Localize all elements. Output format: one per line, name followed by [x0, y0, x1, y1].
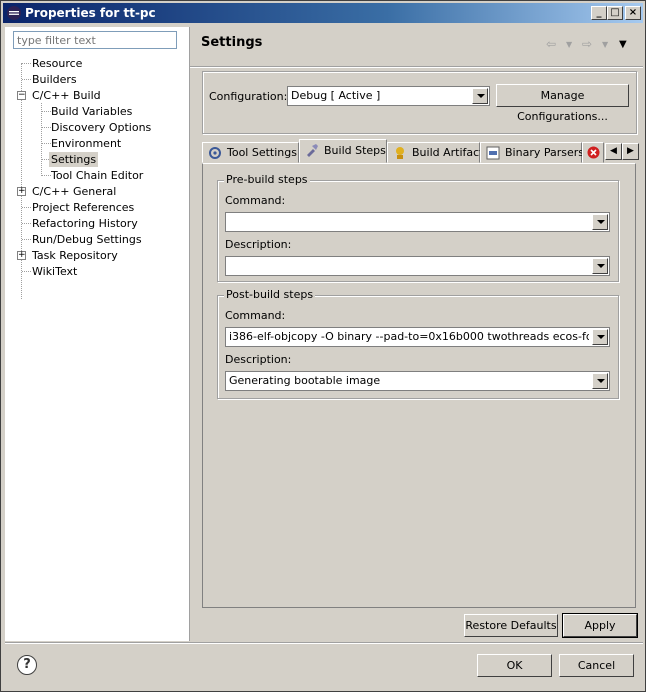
chevron-down-icon[interactable]: [592, 258, 608, 274]
build-steps-icon: [307, 144, 318, 157]
postbuild-title: Post-build steps: [224, 288, 316, 301]
postbuild-description-value: Generating bootable image: [229, 374, 381, 387]
tab-scroll-right-icon[interactable]: ▶: [622, 143, 639, 160]
tree-item-tool-chain-editor[interactable]: Tool Chain Editor: [51, 168, 143, 183]
tab-label: Build Artifact: [412, 146, 484, 159]
tree-line: [22, 239, 31, 240]
configuration-combo[interactable]: Debug [ Active ]: [287, 86, 490, 106]
tree-item-task-repository[interactable]: Task Repository: [32, 248, 118, 263]
prebuild-command-combo[interactable]: [225, 212, 610, 232]
properties-dialog: Properties for tt-pc _ □ × − + + Resourc…: [0, 0, 646, 692]
settings-page: Settings ⇦ ▼ ⇨ ▼ ▼ Configuration: Debug …: [190, 27, 643, 641]
cancel-button[interactable]: Cancel: [559, 654, 634, 677]
minimize-button[interactable]: _: [591, 6, 607, 20]
tab-label: Build Steps: [324, 144, 386, 157]
configuration-label: Configuration:: [209, 90, 288, 103]
ok-button[interactable]: OK: [477, 654, 552, 677]
property-tree-panel: − + + Resource Builders C/C++ Build Buil…: [5, 27, 190, 641]
configuration-group: Configuration: Debug [ Active ] Manage C…: [202, 71, 637, 134]
tree-item-cpp-build[interactable]: C/C++ Build: [32, 88, 101, 103]
collapse-icon[interactable]: −: [17, 91, 26, 100]
tab-build-steps[interactable]: Build Steps: [299, 139, 387, 163]
help-icon[interactable]: ?: [17, 655, 37, 675]
tab-label: Binary Parsers: [505, 146, 584, 159]
tree-item-environment[interactable]: Environment: [51, 136, 121, 151]
expand-icon[interactable]: +: [17, 251, 26, 260]
tab-overflow[interactable]: [582, 142, 604, 163]
postbuild-command-label: Command:: [225, 309, 286, 322]
page-header: Settings ⇦ ▼ ⇨ ▼ ▼: [190, 27, 643, 61]
tree-line: [22, 79, 31, 80]
tree-item-project-references[interactable]: Project References: [32, 200, 134, 215]
tree-item-settings[interactable]: Settings: [49, 152, 99, 167]
maximize-button[interactable]: □: [607, 6, 623, 20]
postbuild-command-combo[interactable]: i386-elf-objcopy -O binary --pad-to=0x16…: [225, 327, 610, 347]
tree-line: [42, 127, 51, 128]
forward-arrow-icon[interactable]: ⇨: [582, 37, 592, 51]
tree-item-discovery-options[interactable]: Discovery Options: [51, 120, 151, 135]
tab-tool-settings[interactable]: Tool Settings: [202, 142, 299, 163]
manage-configurations-button[interactable]: Manage Configurations...: [496, 84, 629, 123]
chevron-down-icon[interactable]: [472, 88, 488, 104]
prebuild-description-label: Description:: [225, 238, 292, 251]
chevron-down-icon[interactable]: [592, 373, 608, 389]
tool-settings-icon: [209, 147, 221, 159]
back-dropdown-icon[interactable]: ▼: [566, 40, 572, 49]
binary-parsers-icon: [486, 146, 500, 160]
window-title: Properties for tt-pc: [25, 6, 156, 20]
header-separator: [190, 66, 643, 68]
apply-button[interactable]: Apply: [562, 613, 638, 638]
postbuild-group: Post-build steps Command: i386-elf-objco…: [217, 288, 619, 399]
tree-line: [41, 103, 42, 176]
tree-line: [42, 111, 51, 112]
expand-icon[interactable]: +: [17, 187, 26, 196]
title-bar[interactable]: Properties for tt-pc _ □ ×: [3, 3, 643, 23]
tree-line: [22, 271, 31, 272]
tree-line: [22, 223, 31, 224]
chevron-down-icon[interactable]: [592, 329, 608, 345]
prebuild-group: Pre-build steps Command: Description:: [217, 173, 619, 282]
build-artifact-icon: [396, 147, 404, 159]
tree-item-resource[interactable]: Resource: [32, 56, 82, 71]
restore-defaults-button[interactable]: Restore Defaults: [464, 614, 558, 637]
filter-input[interactable]: [13, 31, 177, 49]
tab-binary-parsers[interactable]: Binary Parsers: [480, 142, 584, 163]
tree-item-run-debug-settings[interactable]: Run/Debug Settings: [32, 232, 142, 247]
tree-item-cpp-general[interactable]: C/C++ General: [32, 184, 116, 199]
eclipse-icon: [7, 6, 21, 20]
prebuild-command-label: Command:: [225, 194, 286, 207]
tab-scroll-left-icon[interactable]: ◀: [605, 143, 622, 160]
tree-line: [22, 207, 31, 208]
tree-item-builders[interactable]: Builders: [32, 72, 77, 87]
prebuild-description-combo[interactable]: [225, 256, 610, 276]
tree-line: [22, 63, 31, 64]
tab-bar: Tool Settings Build Steps Build Artifact: [202, 139, 642, 163]
configuration-value: Debug [ Active ]: [291, 89, 381, 102]
tree-item-build-variables[interactable]: Build Variables: [51, 104, 132, 119]
close-button[interactable]: ×: [625, 6, 641, 20]
forward-dropdown-icon[interactable]: ▼: [602, 40, 608, 49]
back-arrow-icon[interactable]: ⇦: [546, 37, 556, 51]
postbuild-description-label: Description:: [225, 353, 292, 366]
error-icon: [587, 146, 600, 159]
postbuild-description-combo[interactable]: Generating bootable image: [225, 371, 610, 391]
tab-label: Tool Settings: [227, 146, 297, 159]
tree-line: [42, 175, 51, 176]
tree-item-refactoring-history[interactable]: Refactoring History: [32, 216, 138, 231]
tab-build-artifact[interactable]: Build Artifact: [387, 142, 484, 163]
build-steps-pane: Pre-build steps Command: Description: Po…: [202, 163, 636, 608]
tree-line: [42, 143, 51, 144]
view-menu-icon[interactable]: ▼: [619, 39, 627, 50]
prebuild-title: Pre-build steps: [224, 173, 310, 186]
postbuild-command-value: i386-elf-objcopy -O binary --pad-to=0x16…: [229, 330, 589, 343]
footer-separator: [5, 642, 643, 644]
tree-item-wikitext[interactable]: WikiText: [32, 264, 77, 279]
chevron-down-icon[interactable]: [592, 214, 608, 230]
page-title: Settings: [201, 35, 263, 50]
